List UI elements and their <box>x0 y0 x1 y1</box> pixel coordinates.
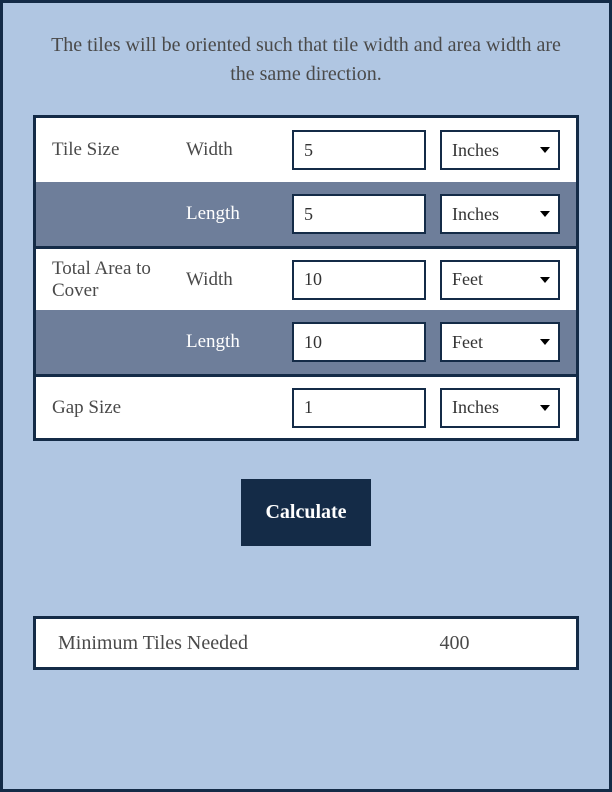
area-width-input[interactable] <box>292 260 426 300</box>
chevron-down-icon <box>540 277 550 283</box>
area-width-unit-select[interactable]: Feet <box>440 260 560 300</box>
intro-text: The tiles will be oriented such that til… <box>3 3 609 115</box>
tile-calculator-form: Tile Size Width Inches Length Inches Tot… <box>33 115 579 441</box>
tile-length-label: Length <box>186 203 278 225</box>
tile-length-row: Length Inches <box>36 182 576 246</box>
tile-length-unit-select[interactable]: Inches <box>440 194 560 234</box>
tile-length-unit-value: Inches <box>452 204 499 225</box>
chevron-down-icon <box>540 339 550 345</box>
gap-unit-value: Inches <box>452 397 499 418</box>
tile-width-label: Width <box>186 139 278 161</box>
tile-size-label: Tile Size <box>52 139 172 161</box>
tile-width-unit-select[interactable]: Inches <box>440 130 560 170</box>
tile-length-input[interactable] <box>292 194 426 234</box>
area-length-unit-value: Feet <box>452 332 483 353</box>
area-label: Total Area to Cover <box>52 258 172 302</box>
chevron-down-icon <box>540 147 550 153</box>
tile-width-input[interactable] <box>292 130 426 170</box>
tile-width-unit-value: Inches <box>452 140 499 161</box>
area-width-row: Total Area to Cover Width Feet <box>36 246 576 310</box>
area-width-unit-value: Feet <box>452 269 483 290</box>
gap-label: Gap Size <box>52 397 172 419</box>
gap-input[interactable] <box>292 388 426 428</box>
area-length-label: Length <box>186 331 278 353</box>
calculate-button[interactable]: Calculate <box>241 479 370 546</box>
result-panel: Minimum Tiles Needed 400 <box>33 616 579 670</box>
result-label: Minimum Tiles Needed <box>36 632 333 655</box>
area-width-label: Width <box>186 269 278 291</box>
result-value: 400 <box>333 632 576 655</box>
area-length-unit-select[interactable]: Feet <box>440 322 560 362</box>
gap-unit-select[interactable]: Inches <box>440 388 560 428</box>
gap-row: Gap Size Inches <box>36 374 576 438</box>
chevron-down-icon <box>540 405 550 411</box>
chevron-down-icon <box>540 211 550 217</box>
area-length-row: Length Feet <box>36 310 576 374</box>
area-length-input[interactable] <box>292 322 426 362</box>
tile-width-row: Tile Size Width Inches <box>36 118 576 182</box>
